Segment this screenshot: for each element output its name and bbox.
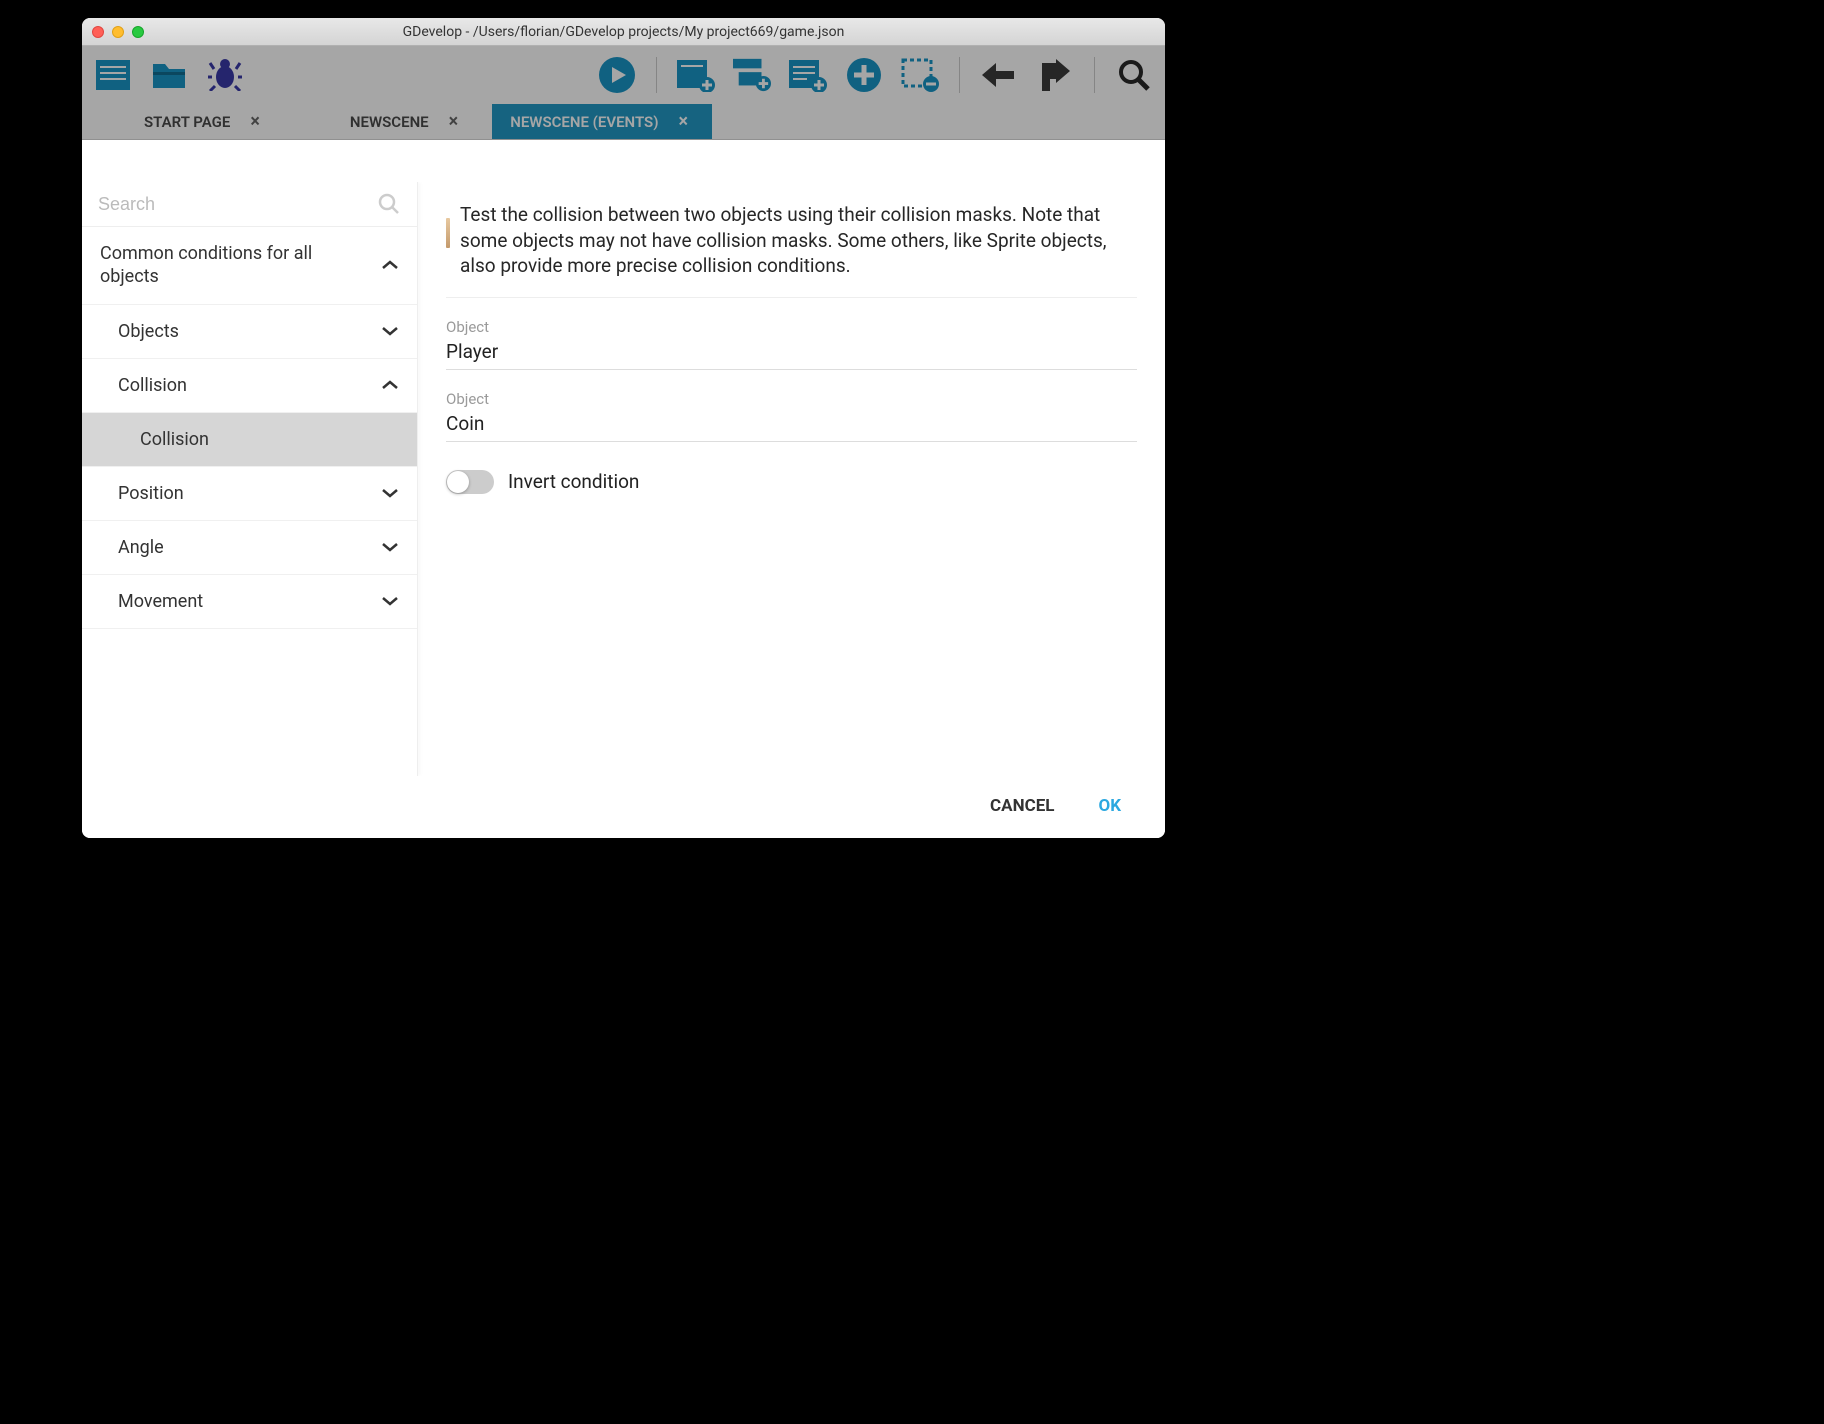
redo-icon[interactable]	[1036, 56, 1074, 94]
add-event-icon[interactable]	[677, 56, 715, 94]
window-controls	[92, 26, 144, 38]
add-comment-icon[interactable]	[789, 56, 827, 94]
tree-item-collision[interactable]: Collision	[82, 413, 417, 467]
add-icon[interactable]	[845, 56, 883, 94]
close-window-icon[interactable]	[92, 26, 104, 38]
chevron-down-icon	[381, 321, 399, 342]
tab-label: NEWSCENE (EVENTS)	[510, 113, 658, 131]
condition-description-row: Test the collision between two objects u…	[446, 202, 1137, 298]
toolbar-divider	[1094, 57, 1095, 93]
chevron-up-icon	[381, 375, 399, 396]
sprite-preview-icon	[446, 218, 450, 248]
chevron-down-icon	[381, 483, 399, 504]
debug-icon[interactable]	[206, 56, 244, 94]
tab-newscene-events[interactable]: NEWSCENE (EVENTS) ×	[492, 104, 712, 139]
titlebar: GDevelop - /Users/florian/GDevelop proje…	[82, 18, 1165, 46]
minimize-window-icon[interactable]	[112, 26, 124, 38]
tree-item-label: Position	[118, 483, 184, 504]
toolbar-divider	[959, 57, 960, 93]
condition-tree: Common conditions for all objects Object…	[82, 227, 417, 776]
tab-newscene[interactable]: NEWSCENE ×	[332, 104, 482, 139]
chevron-down-icon	[381, 537, 399, 558]
chevron-down-icon	[381, 591, 399, 612]
tree-item-label: Collision	[118, 375, 187, 396]
search-icon	[377, 192, 401, 216]
close-icon[interactable]: ×	[250, 111, 260, 132]
invert-condition-label: Invert condition	[508, 470, 639, 493]
condition-sidebar: Common conditions for all objects Object…	[82, 182, 418, 776]
tree-header-common[interactable]: Common conditions for all objects	[82, 227, 417, 305]
tree-item-label: Objects	[118, 321, 179, 342]
toolbar-divider	[656, 57, 657, 93]
invert-condition-row: Invert condition	[446, 446, 1137, 494]
project-panel-icon[interactable]	[94, 56, 132, 94]
condition-dialog: Common conditions for all objects Object…	[82, 182, 1165, 838]
field-value: Coin	[446, 412, 1137, 435]
condition-main-panel: Test the collision between two objects u…	[418, 182, 1165, 776]
tab-label: NEWSCENE	[350, 113, 429, 131]
tab-start-page[interactable]: START PAGE ×	[126, 104, 284, 139]
field-value: Player	[446, 340, 1137, 363]
field-label: Object	[446, 390, 1137, 408]
tree-item-label: Movement	[118, 591, 203, 612]
undo-icon[interactable]	[980, 56, 1018, 94]
toolbar	[82, 46, 1165, 104]
search-row	[82, 182, 417, 227]
search-icon[interactable]	[1115, 56, 1153, 94]
invert-condition-toggle[interactable]	[446, 470, 494, 494]
toggle-knob	[447, 471, 469, 493]
window-title: GDevelop - /Users/florian/GDevelop proje…	[82, 24, 1165, 40]
dialog-footer: CANCEL OK	[82, 776, 1165, 838]
tree-item-movement[interactable]: Movement	[82, 575, 417, 629]
close-icon[interactable]: ×	[449, 111, 459, 132]
maximize-window-icon[interactable]	[132, 26, 144, 38]
app-window: GDevelop - /Users/florian/GDevelop proje…	[82, 18, 1165, 838]
add-subevent-icon[interactable]	[733, 56, 771, 94]
condition-description: Test the collision between two objects u…	[460, 202, 1137, 279]
field-label: Object	[446, 318, 1137, 336]
tree-item-label: Collision	[140, 429, 209, 450]
play-icon[interactable]	[598, 56, 636, 94]
tree-item-angle[interactable]: Angle	[82, 521, 417, 575]
tab-bar: START PAGE × NEWSCENE × NEWSCENE (EVENTS…	[82, 104, 1165, 140]
tree-item-position[interactable]: Position	[82, 467, 417, 521]
tree-item-objects[interactable]: Objects	[82, 305, 417, 359]
field-object-2[interactable]: Object Coin	[446, 374, 1137, 442]
field-object-1[interactable]: Object Player	[446, 302, 1137, 370]
delete-icon[interactable]	[901, 56, 939, 94]
cancel-button[interactable]: CANCEL	[990, 796, 1054, 816]
ok-button[interactable]: OK	[1098, 796, 1121, 816]
tree-header-label: Common conditions for all objects	[100, 243, 360, 288]
close-icon[interactable]: ×	[678, 111, 688, 132]
tree-item-collision-group[interactable]: Collision	[82, 359, 417, 413]
chevron-up-icon	[381, 255, 399, 276]
tab-label: START PAGE	[144, 113, 230, 131]
tree-item-label: Angle	[118, 537, 164, 558]
search-input[interactable]	[98, 194, 369, 215]
open-folder-icon[interactable]	[150, 56, 188, 94]
